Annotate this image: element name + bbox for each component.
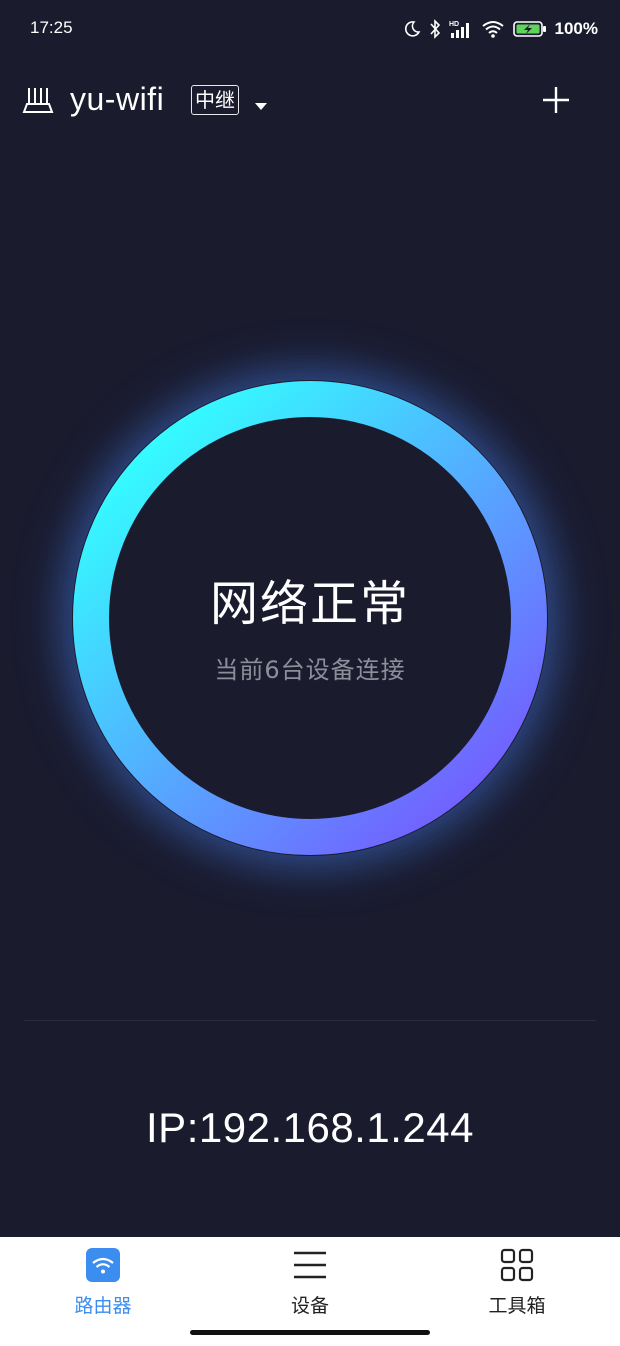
status-icons: HD 100% (403, 16, 598, 42)
status-time: 17:25 (30, 18, 73, 37)
nav-item-devices[interactable]: 设备 (230, 1249, 390, 1319)
connected-devices-text: 当前6台设备连接 (214, 656, 406, 684)
add-icon[interactable] (540, 84, 572, 116)
status-bar: 17:25 HD 100% (0, 0, 620, 58)
dropdown-icon[interactable] (254, 96, 268, 115)
nav-label-router: 路由器 (74, 1295, 132, 1317)
divider (24, 1020, 596, 1021)
home-indicator[interactable] (190, 1330, 430, 1335)
mode-badge: 中继 (191, 85, 239, 115)
battery-charging-icon (512, 20, 547, 38)
router-icon (22, 86, 54, 118)
network-status-title: 网络正常 (209, 576, 410, 632)
network-name[interactable]: yu-wifi (70, 81, 164, 118)
wifi-square-icon (85, 1248, 121, 1286)
network-status-ring[interactable]: 网络正常 当前6台设备连接 (60, 368, 560, 868)
ip-address: IP:192.168.1.244 (146, 1104, 474, 1151)
wifi-icon (481, 19, 505, 39)
menu-lines-icon (293, 1250, 327, 1284)
nav-label-toolbox: 工具箱 (488, 1295, 546, 1317)
nav-label-devices: 设备 (290, 1295, 329, 1317)
hd-signal-icon: HD (449, 19, 473, 39)
svg-text:HD: HD (449, 21, 459, 28)
header: yu-wifi 中继 (0, 70, 620, 130)
moon-icon (403, 20, 421, 38)
nav-item-toolbox[interactable]: 工具箱 (437, 1248, 597, 1319)
battery-percent: 100% (554, 19, 598, 38)
nav-item-router[interactable]: 路由器 (23, 1248, 183, 1319)
bluetooth-icon (429, 19, 441, 39)
grid-icon (500, 1248, 534, 1286)
